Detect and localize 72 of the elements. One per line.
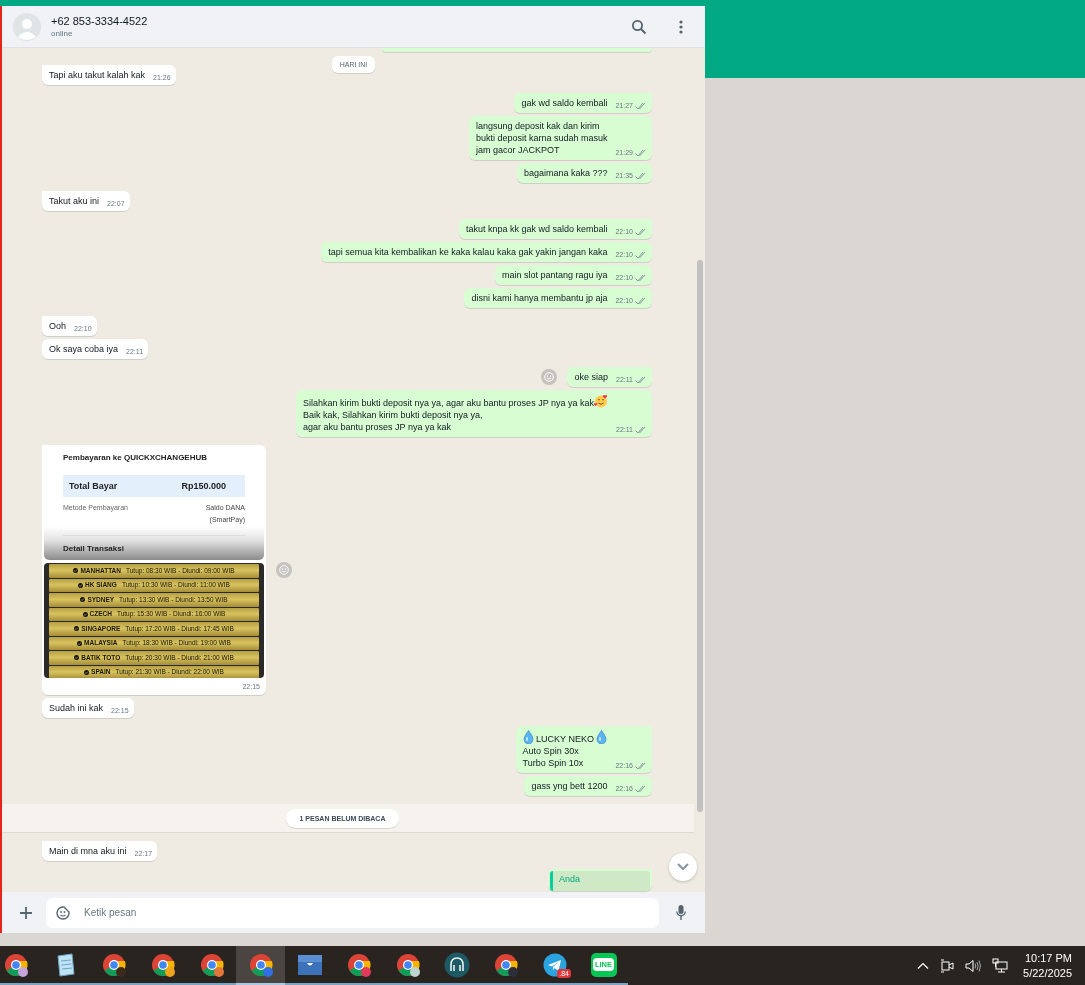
sticker-icon[interactable] xyxy=(56,905,70,920)
message-text: Tapi aku takut kalah kak xyxy=(49,69,146,82)
message-text: Auto Spin 30x Turbo Spin 10x xyxy=(522,746,584,768)
check-circle-icon xyxy=(74,655,80,661)
volume-icon[interactable] xyxy=(965,958,982,973)
message-text: Baik kak, Silahkan kirim bukti deposit nya ya, agar aku bantu proses JP nya ya kak xyxy=(303,410,483,432)
message-text: gak wd saldo kembali xyxy=(521,97,608,110)
message-field[interactable]: Ketik pesan xyxy=(46,897,659,928)
message-text: main slot pantang ragu iya xyxy=(501,269,608,282)
quoted-author: Anda xyxy=(550,871,650,891)
double-check-icon xyxy=(635,762,647,770)
message-text: tapi semua kita kembalikan ke kaka kalau kaka gak yakin jangan kaka xyxy=(328,246,608,259)
check-circle-icon xyxy=(73,568,79,574)
message-text: gass yng bett 1200 xyxy=(531,780,608,793)
menu-icon[interactable] xyxy=(679,19,683,34)
check-circle-icon xyxy=(77,640,83,646)
total-label: Total Bayar xyxy=(69,480,118,492)
double-check-icon xyxy=(635,251,647,259)
chevron-up-icon[interactable] xyxy=(917,962,930,969)
message-text: Main di mna aku ini xyxy=(49,845,127,858)
plus-icon[interactable] xyxy=(20,906,32,919)
smiley-icon xyxy=(544,372,555,382)
double-check-icon xyxy=(635,149,647,157)
double-check-icon xyxy=(635,274,647,282)
check-circle-icon xyxy=(84,669,90,675)
paper-plane-icon[interactable] xyxy=(542,952,567,977)
clock-date: 5/22/2025 xyxy=(1023,967,1072,979)
camera-icon[interactable] xyxy=(940,958,955,973)
double-check-icon xyxy=(635,297,647,305)
droplet-icon xyxy=(522,730,534,744)
message-text: Ooh xyxy=(49,320,66,333)
scroll-down-button[interactable] xyxy=(669,853,697,881)
droplet-icon xyxy=(596,730,608,744)
double-check-icon xyxy=(635,228,647,236)
window-box-icon[interactable] xyxy=(297,952,322,977)
clock[interactable]: 10:17 PM 5/22/2025 xyxy=(1023,952,1072,979)
message-text: Ok saya coba iya xyxy=(49,343,119,356)
chevron-down-icon xyxy=(677,863,689,871)
total-amount: Rp150.000 xyxy=(181,480,226,492)
message-text: LUCKY NEKO xyxy=(535,734,595,744)
double-check-icon xyxy=(635,785,647,793)
check-circle-icon xyxy=(82,611,88,617)
message-text: Sudah ini kak xyxy=(49,702,104,715)
double-check-icon xyxy=(635,426,647,434)
message-text: takut knpa kk gak wd saldo kembali xyxy=(465,223,608,236)
scroll-thumb[interactable] xyxy=(697,260,703,812)
check-circle-icon xyxy=(80,597,86,603)
message-text: disni kami hanya membantu jp aja xyxy=(471,292,608,305)
clock-time: 10:17 PM xyxy=(1024,952,1072,964)
microphone-icon[interactable] xyxy=(676,905,686,920)
message-text: Takut aku ini xyxy=(49,195,100,208)
message-text: oke siap xyxy=(574,371,608,384)
contact-status: online xyxy=(51,29,73,38)
check-circle-icon xyxy=(74,626,80,632)
smiley-icon xyxy=(279,565,289,575)
network-icon[interactable] xyxy=(992,958,1009,973)
contact-name[interactable]: +62 853-3334-4522 xyxy=(51,15,148,27)
search-icon[interactable] xyxy=(631,18,647,35)
taskbar-button[interactable] xyxy=(236,946,285,985)
octopus-icon[interactable] xyxy=(443,951,470,978)
double-check-icon xyxy=(635,376,647,384)
schedule-image[interactable] xyxy=(44,563,264,678)
message-input[interactable]: Ketik pesan xyxy=(82,906,649,919)
message-text: bagaimana kaka ??? xyxy=(523,167,608,180)
message-text: langsung deposit kak dan kirim bukti deposit karna sudah masuk jam gacor JACKPOT xyxy=(475,120,608,157)
smiling-face-hearts-icon xyxy=(594,394,608,408)
receipt-payee: Pembayaran ke QUICKXCHANGEHUB xyxy=(63,452,209,464)
double-check-icon xyxy=(635,172,647,180)
message-text: Silahkan kirim bukti deposit nya ya, agar aku bantu proses JP nya ya kak xyxy=(303,398,594,408)
check-circle-icon xyxy=(78,582,84,588)
double-check-icon xyxy=(635,102,647,110)
details-label: Detail Transaksi xyxy=(63,543,125,555)
